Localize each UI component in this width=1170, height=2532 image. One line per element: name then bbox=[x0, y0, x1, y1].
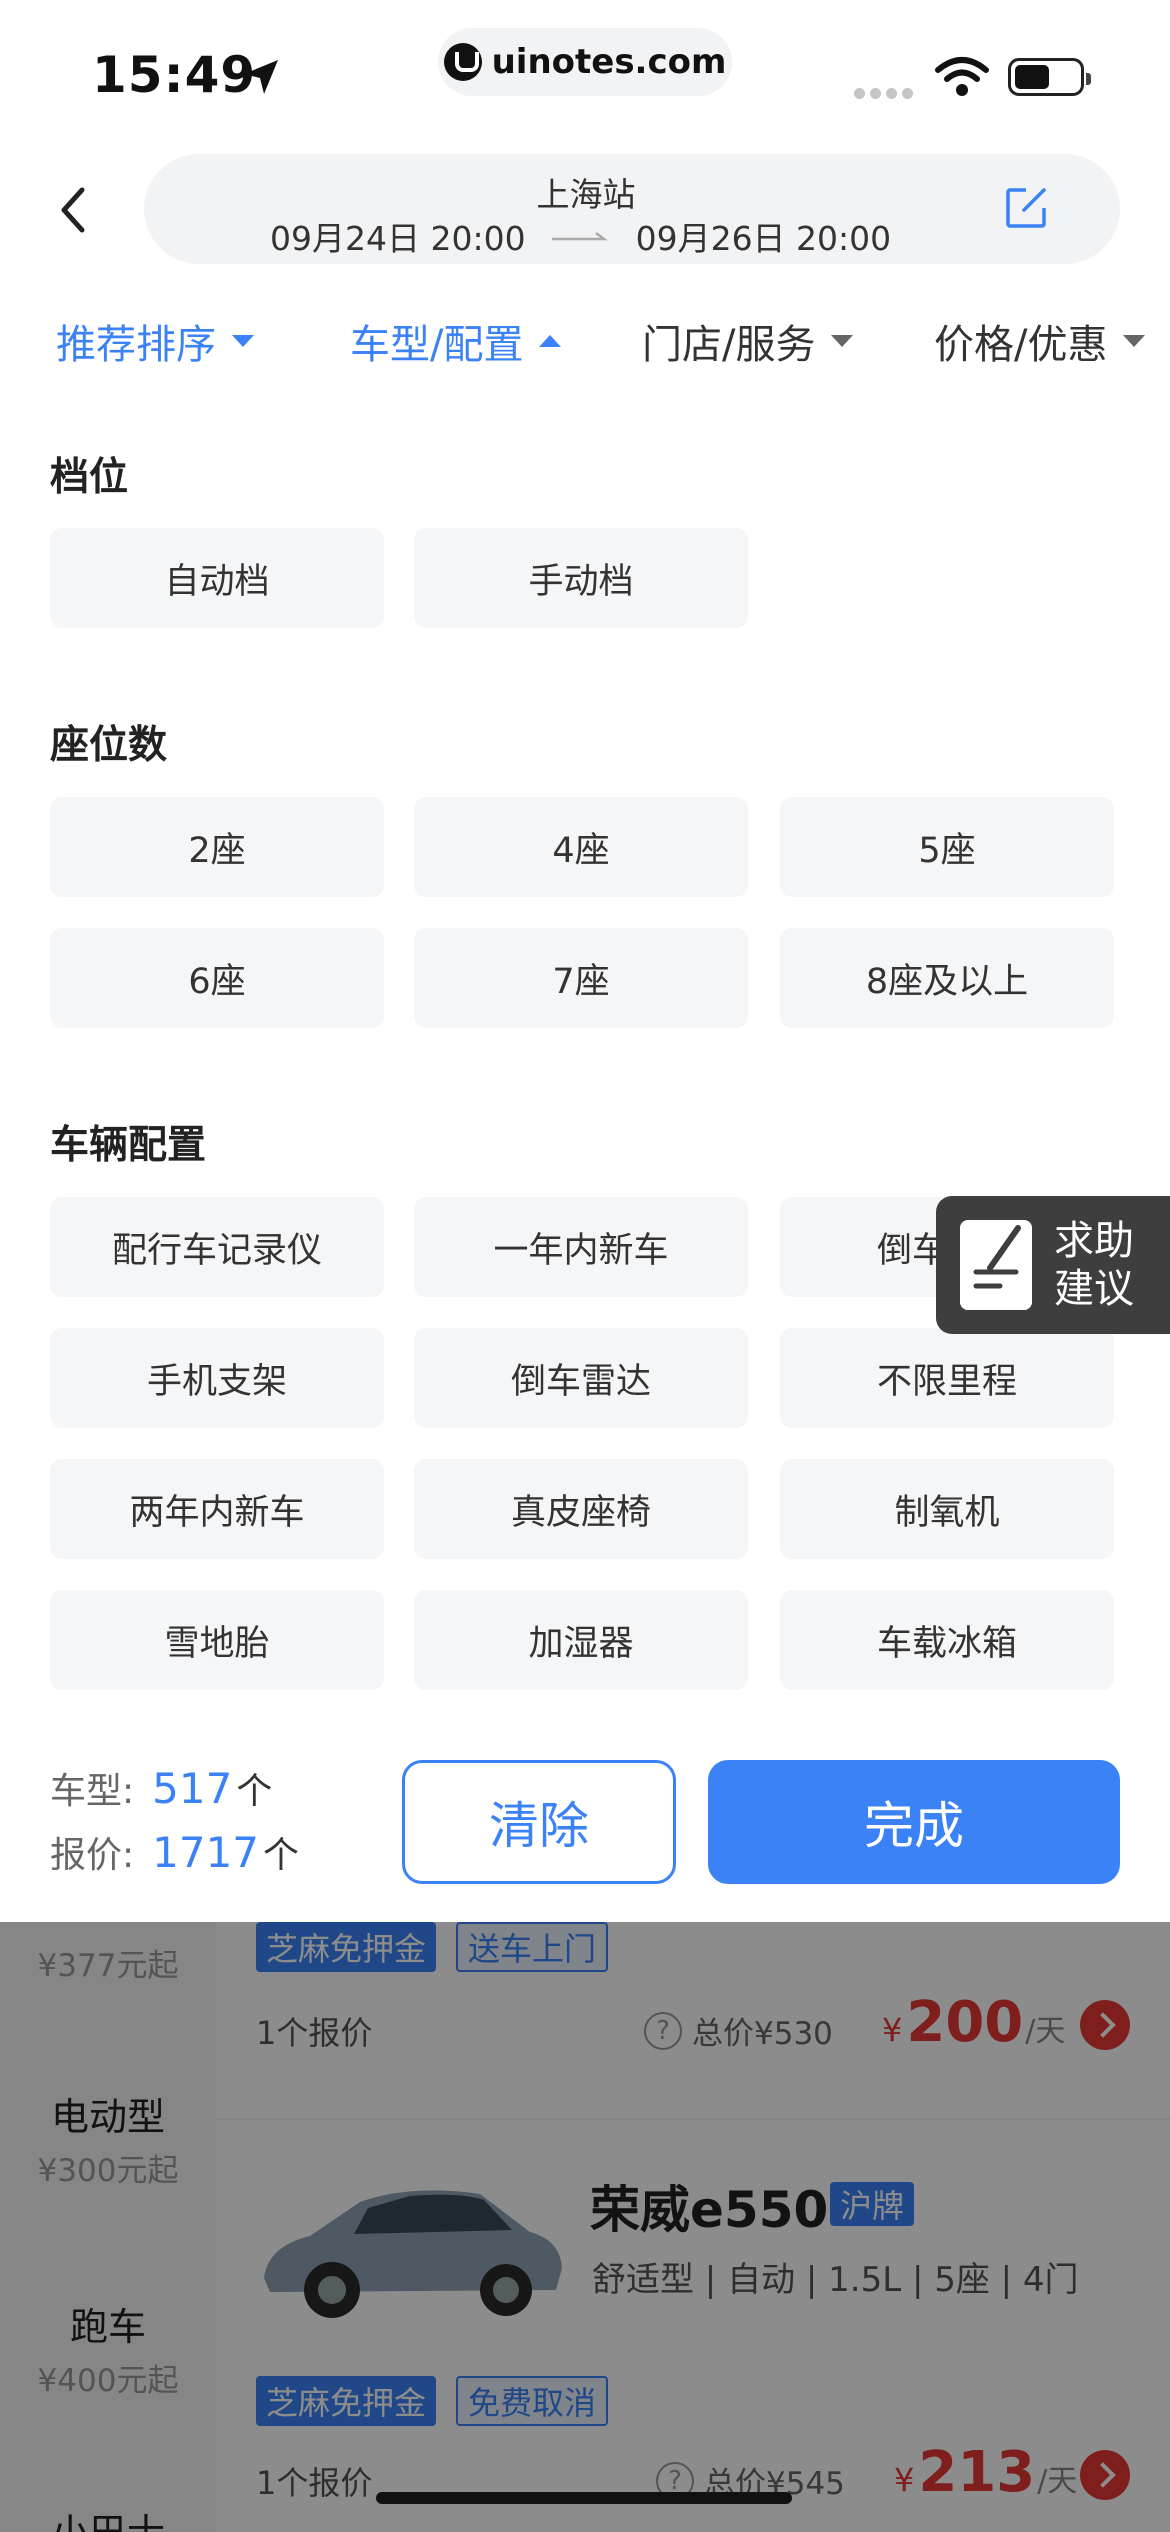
help-suggestion-button[interactable]: 求助 建议 bbox=[936, 1196, 1170, 1334]
chip-phone-holder[interactable]: 手机支架 bbox=[50, 1328, 384, 1428]
status-time: 15:49 bbox=[92, 46, 257, 104]
feedback-note-icon bbox=[960, 1220, 1032, 1310]
chip-seats-8-plus[interactable]: 8座及以上 bbox=[780, 928, 1114, 1028]
tab-price-discount-label: 价格/优惠 bbox=[934, 322, 1108, 368]
chip-reverse-radar[interactable]: 倒车雷达 bbox=[414, 1328, 748, 1428]
chip-oxygen-generator[interactable]: 制氧机 bbox=[780, 1459, 1114, 1559]
model-count-label: 车型: bbox=[50, 1771, 135, 1812]
trip-summary-pill[interactable]: 上海站 09月24日 20:00 09月26日 20:00 bbox=[144, 154, 1120, 264]
battery-icon bbox=[1008, 58, 1091, 96]
caret-down-icon bbox=[831, 335, 854, 347]
modal-overlay[interactable] bbox=[0, 1922, 1170, 2532]
edit-icon[interactable] bbox=[1002, 184, 1050, 232]
config-title: 车辆配置 bbox=[50, 1123, 207, 1168]
chip-unlimited-mileage[interactable]: 不限里程 bbox=[780, 1328, 1114, 1428]
rental-dates: 09月24日 20:00 09月26日 20:00 bbox=[270, 212, 891, 260]
tab-car-type-label: 车型/配置 bbox=[350, 322, 524, 368]
dropoff-time: 09月26日 20:00 bbox=[635, 219, 892, 258]
caret-down-icon bbox=[232, 335, 254, 347]
cellular-signal-icon bbox=[854, 84, 918, 103]
done-button[interactable]: 完成 bbox=[708, 1760, 1120, 1884]
station-name: 上海站 bbox=[536, 175, 636, 214]
chip-seats-4[interactable]: 4座 bbox=[414, 797, 748, 897]
caret-up-icon bbox=[539, 335, 562, 347]
back-arrow-icon[interactable] bbox=[50, 180, 96, 240]
chip-humidifier[interactable]: 加湿器 bbox=[414, 1590, 748, 1690]
tab-store-service[interactable]: 门店/服务 bbox=[642, 312, 854, 370]
quote-count-unit: 个 bbox=[263, 1835, 300, 1876]
transmission-title: 档位 bbox=[50, 455, 129, 500]
home-indicator bbox=[376, 2492, 792, 2504]
pickup-time: 09月24日 20:00 bbox=[270, 219, 526, 258]
wifi-icon bbox=[935, 57, 989, 96]
status-bar: 15:49 uinotes.com bbox=[0, 0, 1170, 140]
caret-down-icon bbox=[1123, 335, 1146, 347]
tab-car-type[interactable]: 车型/配置 bbox=[350, 312, 562, 370]
chip-seats-6[interactable]: 6座 bbox=[50, 928, 384, 1028]
url-pill[interactable]: uinotes.com bbox=[438, 28, 732, 96]
url-text: uinotes.com bbox=[491, 42, 727, 82]
chip-new-within-1-year[interactable]: 一年内新车 bbox=[414, 1197, 748, 1297]
site-logo-icon bbox=[443, 43, 482, 81]
model-count-unit: 个 bbox=[236, 1771, 273, 1812]
clear-button[interactable]: 清除 bbox=[402, 1760, 676, 1884]
tab-price-discount[interactable]: 价格/优惠 bbox=[934, 312, 1146, 370]
quote-count: 报价: 1717 个 bbox=[50, 1826, 299, 1878]
help-label-line1: 求助 bbox=[1054, 1218, 1134, 1264]
date-arrow-icon bbox=[551, 232, 608, 241]
chip-seats-7[interactable]: 7座 bbox=[414, 928, 748, 1028]
chip-manual[interactable]: 手动档 bbox=[414, 528, 748, 628]
chip-leather-seats[interactable]: 真皮座椅 bbox=[414, 1459, 748, 1559]
filter-tabs: 推荐排序 车型/配置 门店/服务 价格/优惠 bbox=[0, 300, 1170, 380]
chip-automatic[interactable]: 自动档 bbox=[50, 528, 384, 628]
chip-car-fridge[interactable]: 车载冰箱 bbox=[780, 1590, 1114, 1690]
location-arrow-icon bbox=[244, 60, 278, 94]
seats-title: 座位数 bbox=[50, 723, 168, 768]
quote-count-value: 1717 bbox=[152, 1828, 260, 1877]
model-count: 车型: 517 个 bbox=[50, 1762, 272, 1814]
chip-snow-tires[interactable]: 雪地胎 bbox=[50, 1590, 384, 1690]
chip-seats-5[interactable]: 5座 bbox=[780, 797, 1114, 897]
model-count-value: 517 bbox=[152, 1764, 233, 1813]
help-label: 求助 建议 bbox=[1054, 1217, 1134, 1313]
help-label-line2: 建议 bbox=[1054, 1266, 1134, 1312]
chip-new-within-2-years[interactable]: 两年内新车 bbox=[50, 1459, 384, 1559]
tab-sort-label: 推荐排序 bbox=[56, 322, 216, 368]
chip-dashcam[interactable]: 配行车记录仪 bbox=[50, 1197, 384, 1297]
chip-seats-2[interactable]: 2座 bbox=[50, 797, 384, 897]
quote-count-label: 报价: bbox=[50, 1835, 135, 1876]
filter-action-bar: 车型: 517 个 报价: 1717 个 清除 完成 bbox=[0, 1722, 1170, 1922]
tab-sort[interactable]: 推荐排序 bbox=[56, 312, 254, 370]
tab-store-service-label: 门店/服务 bbox=[642, 322, 816, 368]
results-list-background: ¥377元起 电动型 ¥300元起 跑车 ¥400元起 小巴士 芝麻免押金 送车… bbox=[0, 1922, 1170, 2532]
